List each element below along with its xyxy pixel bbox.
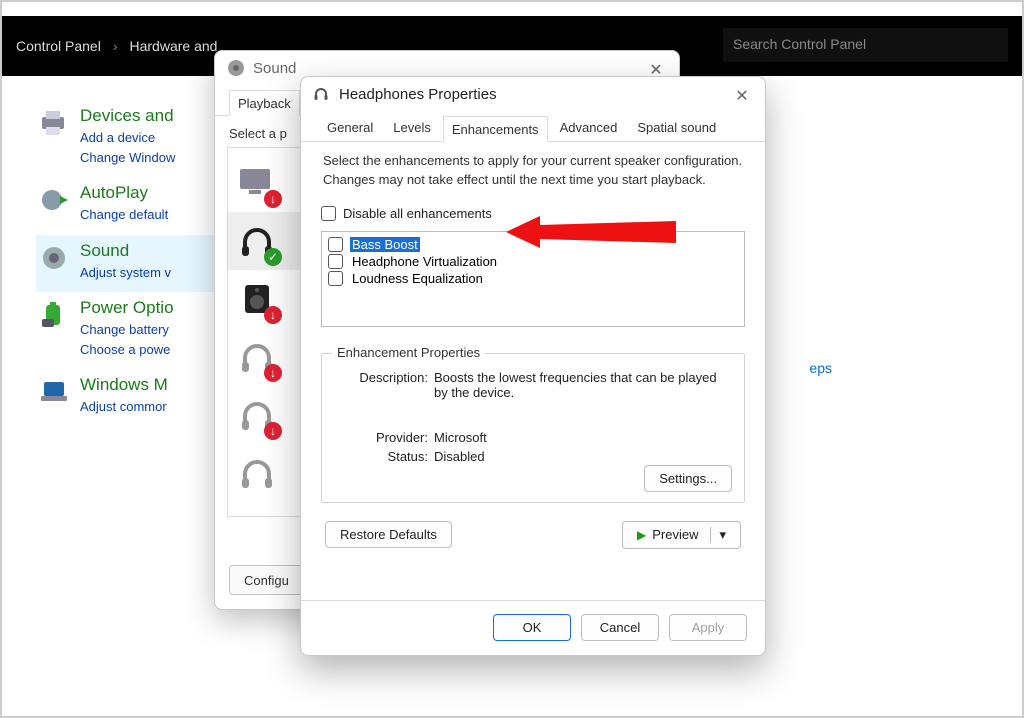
category-title: Devices and [80, 106, 175, 126]
breadcrumb[interactable]: Control Panel › Hardware and [2, 38, 223, 54]
disable-all-checkbox[interactable]: Disable all enhancements [321, 204, 745, 231]
divider [301, 600, 765, 601]
headphones-icon: ✓ [234, 218, 280, 264]
tab-advanced[interactable]: Advanced [552, 115, 626, 141]
tab-enhancements[interactable]: Enhancements [443, 116, 548, 142]
chevron-down-icon[interactable]: ▾ [710, 527, 726, 543]
breadcrumb-item[interactable]: Control Panel [16, 38, 101, 54]
category-title: Sound [80, 241, 171, 261]
category-link[interactable]: Add a device [80, 128, 175, 148]
enhancement-properties-group: Enhancement Properties Description: Boos… [321, 353, 745, 503]
checkbox-icon [328, 237, 343, 252]
category-title: AutoPlay [80, 183, 168, 203]
cancel-button[interactable]: Cancel [581, 614, 659, 641]
battery-icon [38, 298, 72, 332]
checkbox-icon [328, 271, 343, 286]
properties-tabs: General Levels Enhancements Advanced Spa… [301, 111, 765, 142]
speaker-icon [227, 59, 245, 77]
settings-button[interactable]: Settings... [644, 465, 732, 492]
checkbox-icon [328, 254, 343, 269]
status-label: Status: [334, 449, 434, 464]
search-input[interactable]: Search Control Panel [723, 28, 1008, 62]
disable-all-label: Disable all enhancements [343, 206, 492, 221]
dialog-titlebar[interactable]: Headphones Properties [301, 77, 765, 111]
headphones-properties-dialog: Headphones Properties ✕ General Levels E… [300, 76, 766, 656]
headphones-icon: ↓ [234, 392, 280, 438]
group-title: Enhancement Properties [332, 345, 485, 360]
provider-value: Microsoft [434, 430, 732, 445]
status-value: Disabled [434, 449, 732, 464]
side-link[interactable]: eps [809, 360, 832, 376]
ok-button[interactable]: OK [493, 614, 571, 641]
enhancement-label: Headphone Virtualization [350, 254, 499, 269]
description-label: Description: [334, 370, 434, 400]
description-value: Boosts the lowest frequencies that can b… [434, 370, 732, 400]
printer-icon [38, 106, 72, 140]
tab-general[interactable]: General [319, 115, 381, 141]
category-link[interactable]: Choose a powe [80, 340, 174, 360]
checkbox-icon [321, 206, 336, 221]
close-button[interactable]: ✕ [725, 83, 759, 109]
enhancement-label: Loudness Equalization [350, 271, 485, 286]
enhancements-list[interactable]: Bass Boost Headphone Virtualization Loud… [321, 231, 745, 327]
monitor-icon: ↓ [234, 160, 280, 206]
category-link[interactable]: Change battery [80, 320, 174, 340]
autoplay-icon [38, 183, 72, 217]
apply-button[interactable]: Apply [669, 614, 747, 641]
configure-button[interactable]: Configu [229, 565, 304, 595]
tab-levels[interactable]: Levels [385, 115, 439, 141]
down-arrow-badge-icon: ↓ [264, 190, 282, 208]
category-link[interactable]: Change default [80, 205, 168, 225]
chevron-right-icon: › [113, 38, 118, 54]
check-badge-icon: ✓ [264, 248, 282, 266]
play-icon: ▶ [637, 528, 646, 542]
category-title: Windows M [80, 375, 168, 395]
preview-button[interactable]: ▶ Preview ▾ [622, 521, 741, 549]
speaker-icon [38, 241, 72, 275]
down-arrow-badge-icon: ↓ [264, 364, 282, 382]
dialog-title-text: Headphones Properties [339, 86, 497, 103]
category-link[interactable]: Adjust system v [80, 263, 171, 283]
restore-defaults-button[interactable]: Restore Defaults [325, 521, 452, 548]
laptop-icon [38, 375, 72, 409]
screenshot-root: Control Panel › Hardware and Search Cont… [0, 0, 1024, 718]
category-link[interactable]: Change Window [80, 148, 175, 168]
enhancement-item[interactable]: Loudness Equalization [328, 270, 738, 287]
speaker-box-icon: ↓ [234, 276, 280, 322]
help-text: Select the enhancements to apply for you… [321, 142, 745, 204]
enhancement-label: Bass Boost [350, 237, 420, 252]
tab-spatial[interactable]: Spatial sound [629, 115, 724, 141]
down-arrow-badge-icon: ↓ [264, 422, 282, 440]
tab-playback[interactable]: Playback [229, 90, 300, 116]
enhancement-item[interactable]: Bass Boost [328, 236, 738, 253]
enhancement-item[interactable]: Headphone Virtualization [328, 253, 738, 270]
preview-label: Preview [652, 527, 698, 542]
dialog-title-text: Sound [253, 60, 296, 77]
category-title: Power Optio [80, 298, 174, 318]
headphones-icon: ↓ [234, 334, 280, 380]
headphones-icon [313, 85, 331, 103]
headphones-icon [234, 450, 280, 496]
down-arrow-badge-icon: ↓ [264, 306, 282, 324]
category-link[interactable]: Adjust commor [80, 397, 168, 417]
breadcrumb-item[interactable]: Hardware and [130, 38, 218, 54]
dialog-buttons: OK Cancel Apply [493, 614, 747, 641]
provider-label: Provider: [334, 430, 434, 445]
close-icon: ✕ [735, 86, 748, 106]
